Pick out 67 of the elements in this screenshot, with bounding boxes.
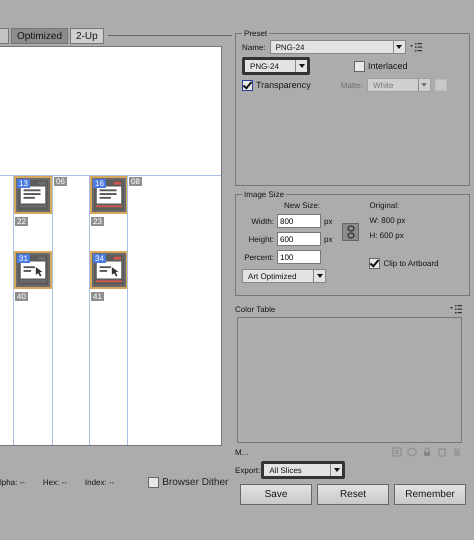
field-label: Percent: <box>243 252 274 262</box>
export-dropdown[interactable]: All Slices <box>261 461 346 479</box>
slice-thumbnail[interactable]: 31 <box>14 251 52 289</box>
slice-number: 08 <box>129 177 142 186</box>
slice-number: 13 <box>17 179 30 188</box>
dialog-button[interactable]: Reset <box>317 484 389 505</box>
group-title: Preset <box>243 29 268 38</box>
tab[interactable] <box>0 28 9 44</box>
field-label: Height: <box>248 234 274 244</box>
checkbox[interactable] <box>369 258 380 269</box>
browser-window-icon <box>93 179 125 211</box>
caret-icon <box>421 83 428 87</box>
slice-number: 34 <box>93 254 106 263</box>
browser-window-icon <box>17 254 49 286</box>
slice-number: 23 <box>91 217 104 226</box>
quality-dropdown[interactable]: Art Optimized <box>242 269 326 283</box>
input-field[interactable]: 600 <box>277 232 321 246</box>
unit-label: px <box>324 216 332 226</box>
caret-icon <box>334 468 340 472</box>
checkbox[interactable] <box>242 80 253 90</box>
slice-thumbnail[interactable]: 34 <box>90 251 128 289</box>
slice-number: 16 <box>93 179 106 188</box>
section-label: New Size: <box>284 201 322 210</box>
field-label: Matte: <box>340 80 363 90</box>
slice-number: 40 <box>15 292 28 301</box>
field-label: Export: <box>235 466 260 474</box>
color-info-text: lpha: -- <box>0 478 25 487</box>
color-swatch[interactable] <box>434 79 447 91</box>
format-dropdown[interactable]: PNG-24 <box>242 57 310 75</box>
browser-window-icon <box>93 254 125 286</box>
input-field[interactable]: 100 <box>277 250 321 264</box>
browser-window-icon <box>17 179 49 211</box>
menu-icon[interactable] <box>410 42 422 52</box>
checkbox-label: Interlaced <box>368 61 408 71</box>
group-title: Image Size <box>243 190 286 199</box>
checkbox[interactable] <box>148 477 160 488</box>
caret-icon <box>298 64 304 68</box>
color-info-text: Index: -- <box>84 478 114 487</box>
preset-dropdown[interactable]: PNG-24 <box>270 40 406 54</box>
section-title: Color Table <box>235 304 276 314</box>
tab[interactable]: Optimized <box>11 28 68 44</box>
link-button[interactable] <box>342 223 360 241</box>
field-label: Width: <box>250 216 274 226</box>
menu-icon[interactable] <box>450 304 462 314</box>
slice-number: 22 <box>15 217 28 226</box>
field-label: Name: <box>242 42 266 52</box>
slice-number: 41 <box>91 292 104 301</box>
section-label: Original: <box>369 201 400 210</box>
slice-thumbnail[interactable]: 13 <box>14 176 52 214</box>
dialog-button[interactable]: Remember <box>394 484 466 505</box>
original-height: H: 600 px <box>369 231 405 240</box>
checkbox-label: Browser Dither <box>162 477 228 488</box>
color-count: M... <box>235 448 248 456</box>
checkbox-label: Transparency <box>256 80 311 90</box>
checkbox-label: Clip to Artboard <box>383 259 439 268</box>
input-field[interactable]: 800 <box>277 214 321 228</box>
slice-number: 31 <box>17 254 30 263</box>
dialog-button[interactable]: Save <box>240 484 312 505</box>
checkbox[interactable] <box>354 60 365 72</box>
original-width: W: 800 px <box>369 216 406 225</box>
color-info-text: Hex: -- <box>42 478 67 487</box>
caret-icon <box>316 274 322 278</box>
slice-thumbnail[interactable]: 16 <box>90 176 128 214</box>
caret-icon <box>396 45 402 49</box>
slice-number: 06 <box>54 177 67 186</box>
tab[interactable]: 2-Up <box>70 28 104 44</box>
unit-label: px <box>324 234 332 244</box>
